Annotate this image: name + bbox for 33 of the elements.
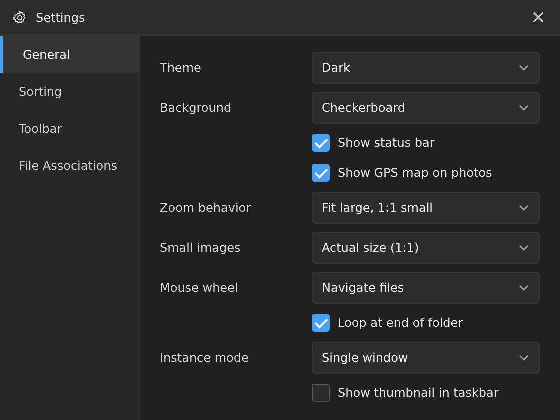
chevron-down-icon [519, 65, 529, 71]
checkbox-label: Show thumbnail in taskbar [338, 386, 499, 400]
chevron-down-icon [519, 245, 529, 251]
dropdown[interactable]: Actual size (1:1) [312, 232, 540, 264]
checkbox[interactable] [312, 314, 330, 332]
setting-label: Small images [160, 241, 242, 255]
sidebar-item[interactable]: File Associations [0, 147, 139, 184]
checkbox[interactable] [312, 164, 330, 182]
setting-label: Zoom behavior [160, 201, 252, 215]
checkbox[interactable] [312, 384, 330, 402]
dropdown[interactable]: Checkerboard [312, 92, 540, 124]
sidebar-item[interactable]: General [0, 36, 139, 73]
setting-label: Theme [160, 61, 202, 75]
dropdown[interactable]: Fit large, 1:1 small [312, 192, 540, 224]
checkbox-label: Show status bar [338, 136, 435, 150]
setting-label: Background [160, 101, 233, 115]
setting-label: Mouse wheel [160, 281, 240, 295]
close-button[interactable]: × [528, 8, 548, 26]
setting-label: Instance mode [160, 351, 250, 365]
dropdown[interactable]: Single window [312, 342, 540, 374]
checkbox-label: Loop at end of folder [338, 316, 464, 330]
window-title: Settings [36, 10, 86, 24]
dropdown[interactable]: Dark [312, 52, 540, 84]
checkbox-label: Show GPS map on photos [338, 166, 492, 180]
sidebar-item[interactable]: Toolbar [0, 110, 139, 147]
sidebar-item[interactable]: Sorting [0, 73, 139, 110]
chevron-down-icon [519, 205, 529, 211]
settings-icon [12, 10, 28, 26]
chevron-down-icon [519, 355, 529, 361]
checkbox[interactable] [312, 134, 330, 152]
chevron-down-icon [519, 105, 529, 111]
chevron-down-icon [519, 285, 529, 291]
dropdown[interactable]: Navigate files [312, 272, 540, 304]
